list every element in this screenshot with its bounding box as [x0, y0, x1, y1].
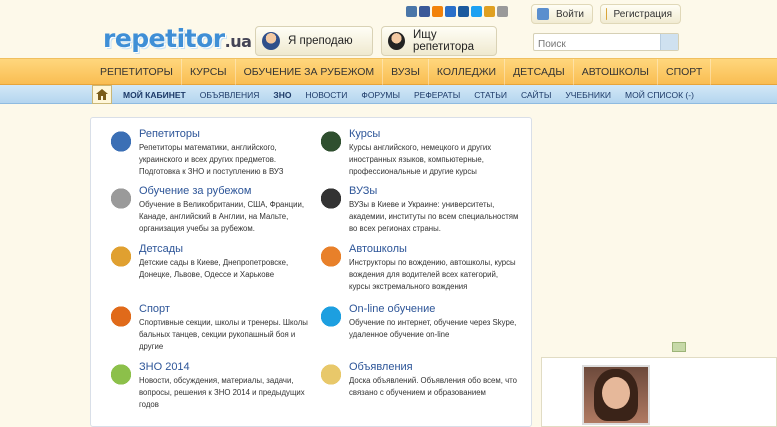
sub-nav-item[interactable]: ОБЪЯВЛЕНИЯ	[193, 90, 267, 100]
student-icon	[388, 32, 405, 50]
category-title[interactable]: Объявления	[349, 361, 413, 373]
main-nav-item[interactable]: КУРСЫ	[182, 59, 236, 86]
car-icon[interactable]	[316, 243, 346, 273]
category-title[interactable]: Репетиторы	[139, 128, 200, 140]
main-nav-item[interactable]: КОЛЛЕДЖИ	[429, 59, 506, 86]
header: repetitor.ua Я преподаю Ищу репетитора В…	[0, 0, 777, 58]
main-nav-item[interactable]: СПОРТ	[658, 59, 712, 86]
sub-nav-item[interactable]: МОЙ СПИСОК (-)	[618, 90, 701, 100]
register-button[interactable]: Регистрация	[600, 4, 681, 24]
sub-nav-item[interactable]: СТАТЬИ	[467, 90, 514, 100]
teacher-icon	[262, 32, 280, 50]
skype-icon[interactable]	[316, 303, 346, 333]
find-tutor-button[interactable]: Ищу репетитора	[381, 26, 497, 56]
login-button[interactable]: Войти	[531, 4, 593, 24]
basketball-icon[interactable]	[106, 303, 136, 333]
sub-nav-item[interactable]: МОЙ КАБИНЕТ	[116, 90, 193, 100]
teach-button[interactable]: Я преподаю	[255, 26, 373, 56]
search-icon[interactable]	[660, 34, 678, 50]
category-description: Инструкторы по вождению, автошколы, курс…	[349, 258, 516, 291]
sub-nav-item[interactable]: НОВОСТИ	[299, 90, 355, 100]
sub-nav-item[interactable]: ФОРУМЫ	[354, 90, 407, 100]
sub-nav-item[interactable]: ЗНО	[266, 90, 298, 100]
main-nav-item[interactable]: ВУЗЫ	[383, 59, 429, 86]
main-nav-item[interactable]: ОБУЧЕНИЕ ЗА РУБЕЖОМ	[236, 59, 384, 86]
logo-domain: .ua	[224, 32, 252, 51]
category-description: Новости, обсуждения, материалы, задачи, …	[139, 376, 305, 409]
category-title[interactable]: Автошколы	[349, 243, 407, 255]
category-title[interactable]: Спорт	[139, 303, 170, 315]
social-icons	[406, 6, 508, 17]
category-title[interactable]: On-line обучение	[349, 303, 435, 315]
categories-panel: Репетиторы Репетиторы математики, английс…	[90, 117, 532, 427]
category-title[interactable]: ЗНО 2014	[139, 361, 190, 373]
category-description: ВУЗы в Киеве и Украине: университеты, ак…	[349, 200, 519, 233]
graduation-cap-icon[interactable]	[316, 185, 346, 215]
category-title[interactable]: ВУЗы	[349, 185, 377, 197]
category-description: Репетиторы математики, английского, укра…	[139, 143, 284, 176]
twitter-icon[interactable]	[471, 6, 482, 17]
moimir-icon[interactable]	[458, 6, 469, 17]
livejournal-icon[interactable]	[484, 6, 495, 17]
category-description: Обучение в Великобритании, США, Франции,…	[139, 200, 305, 233]
key-icon	[537, 8, 549, 20]
main-nav-item[interactable]: АВТОШКОЛЫ	[574, 59, 658, 86]
teddy-bear-icon[interactable]	[106, 243, 136, 273]
building-icon[interactable]	[106, 185, 136, 215]
tutor-icon[interactable]	[106, 128, 136, 158]
google-icon[interactable]	[497, 6, 508, 17]
main-nav-item[interactable]: ДЕТСАДЫ	[505, 59, 574, 86]
pencil-icon	[606, 8, 607, 20]
logo-main: repetitor	[103, 24, 225, 53]
search-input[interactable]	[534, 36, 659, 53]
category-title[interactable]: Детсады	[139, 243, 183, 255]
vk-icon[interactable]	[406, 6, 417, 17]
find-tutor-label: Ищу репетитора	[413, 29, 475, 53]
category-description: Обучение по интернет, обучение через Sky…	[349, 318, 517, 339]
blackboard-icon[interactable]	[316, 128, 346, 158]
home-icon[interactable]	[92, 85, 112, 104]
facebook-icon[interactable]	[419, 6, 430, 17]
sub-nav-item[interactable]: РЕФЕРАТЫ	[407, 90, 467, 100]
search-box	[533, 33, 679, 53]
category-description: Спортивные секции, школы и тренеры. Школ…	[139, 318, 308, 351]
category-description: Доска объявлений. Объявления обо всем, ч…	[349, 376, 517, 397]
featured-tutor-box	[541, 357, 777, 427]
main-nav: РЕПЕТИТОРЫ КУРСЫ ОБУЧЕНИЕ ЗА РУБЕЖОМ ВУЗЫ КО…	[0, 58, 777, 86]
tutor-photo[interactable]	[582, 365, 650, 425]
category-title[interactable]: Курсы	[349, 128, 380, 140]
register-label: Регистрация	[613, 8, 672, 20]
category-description: Курсы английского, немецкого и других ин…	[349, 143, 492, 176]
banner-thumbnail[interactable]	[672, 342, 686, 352]
category-description: Детские сады в Киеве, Днепропетровске, Д…	[139, 258, 289, 279]
login-label: Войти	[556, 8, 584, 20]
sub-nav-item[interactable]: САЙТЫ	[514, 90, 558, 100]
mail-icon[interactable]	[445, 6, 456, 17]
teach-button-label: Я преподаю	[288, 35, 353, 47]
sub-nav: МОЙ КАБИНЕТ ОБЪЯВЛЕНИЯ ЗНО НОВОСТИ ФОРУМЫ РЕФ…	[0, 85, 777, 104]
notepad-icon[interactable]	[316, 361, 346, 391]
main-nav-item[interactable]: РЕПЕТИТОРЫ	[92, 59, 182, 86]
sub-nav-item[interactable]: УЧЕБНИКИ	[558, 90, 618, 100]
odnoklassniki-icon[interactable]	[432, 6, 443, 17]
chart-icon[interactable]	[106, 361, 136, 391]
category-title[interactable]: Обучение за рубежом	[139, 185, 251, 197]
site-logo[interactable]: repetitor.ua	[103, 24, 252, 53]
